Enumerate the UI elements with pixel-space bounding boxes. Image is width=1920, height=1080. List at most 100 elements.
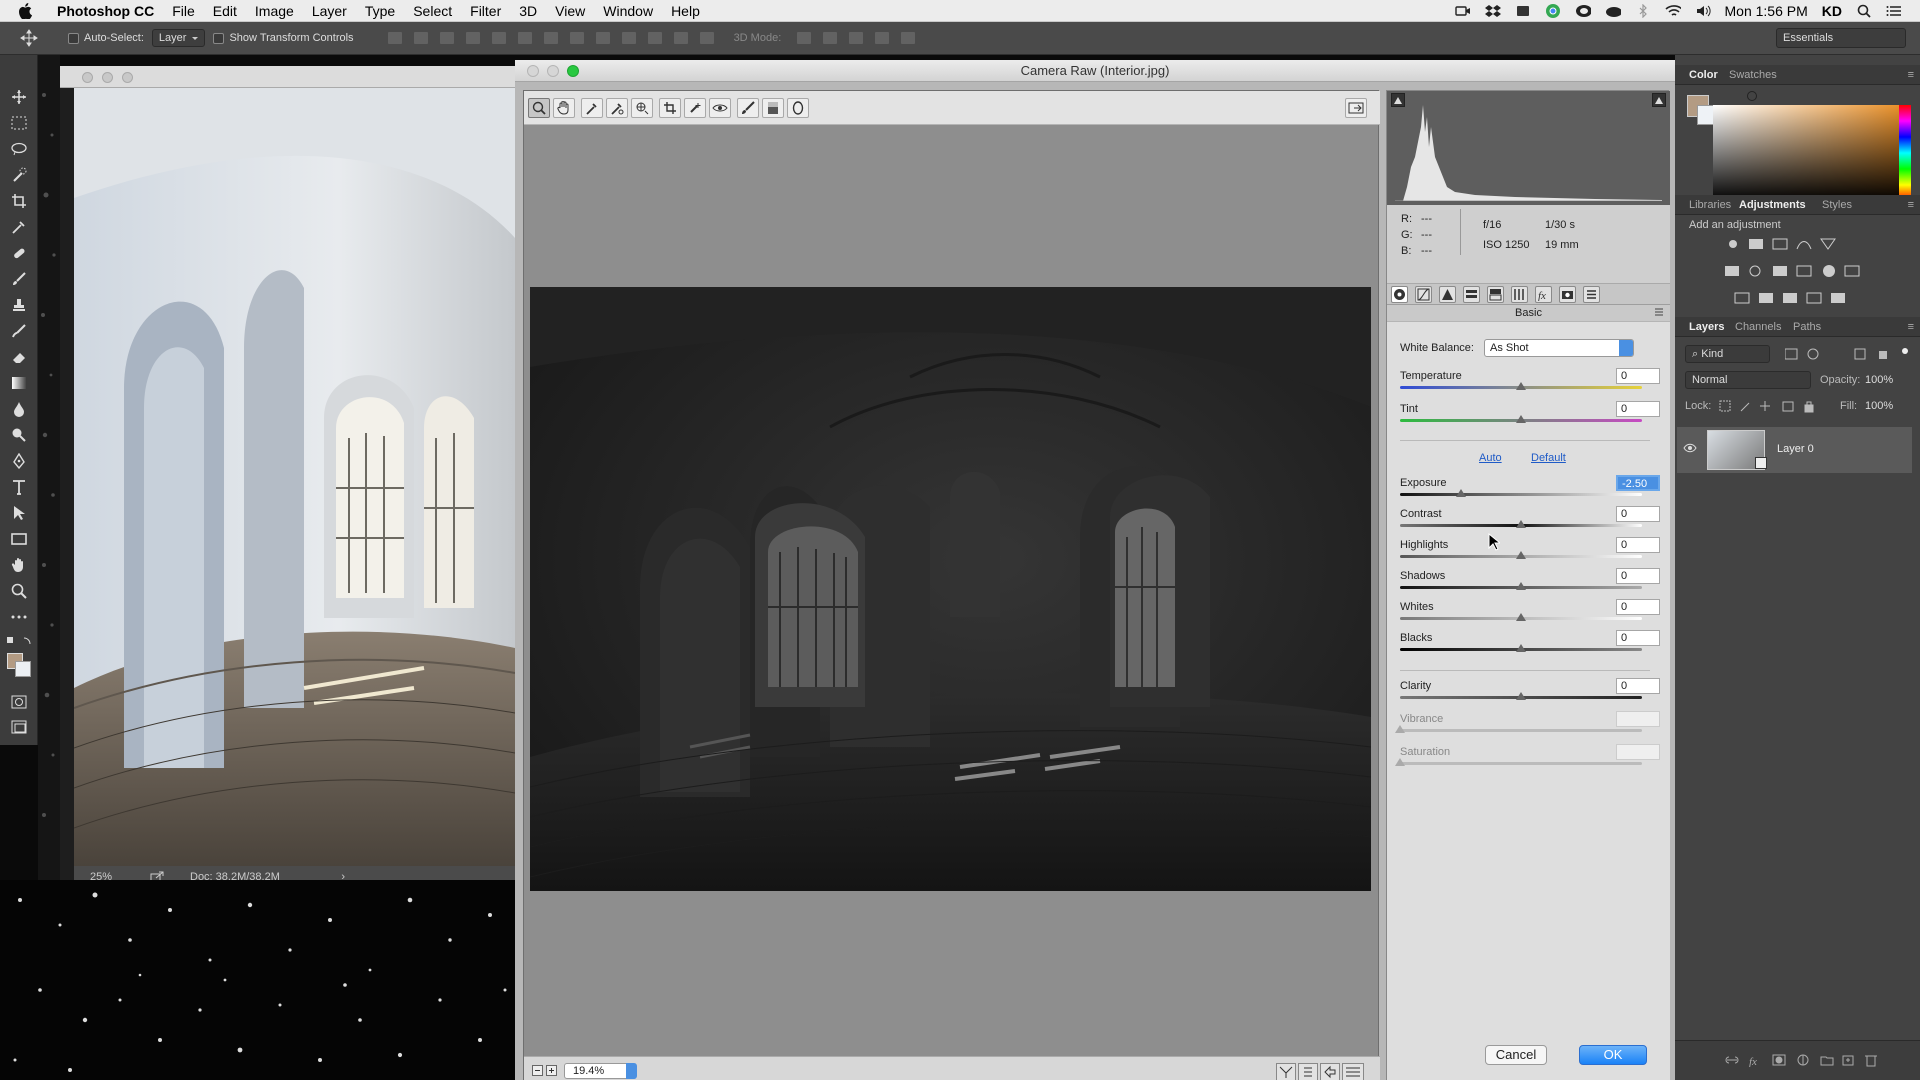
color-picker-marker[interactable] (1747, 91, 1757, 101)
document-canvas-image[interactable] (74, 88, 515, 866)
3d-orbit-icon[interactable] (797, 32, 812, 44)
temperature-value[interactable]: 0 (1616, 368, 1660, 384)
menu-app-name[interactable]: Photoshop CC (48, 0, 163, 22)
chrome-icon[interactable] (1545, 3, 1561, 18)
3d-pan-icon[interactable] (849, 32, 864, 44)
distribute-top-icon[interactable] (543, 32, 558, 44)
whites-slider[interactable]: Whites 0 (1400, 599, 1660, 631)
red-eye-tool-icon[interactable] (709, 98, 731, 118)
align-bottom-icon[interactable] (439, 32, 454, 44)
doc-zoom-button[interactable] (122, 72, 133, 83)
blacks-slider[interactable]: Blacks 0 (1400, 630, 1660, 662)
contrast-slider[interactable]: Contrast 0 (1400, 506, 1660, 538)
distribute-right-icon[interactable] (673, 32, 688, 44)
tab-layers[interactable]: Layers (1689, 321, 1724, 333)
contrast-thumb[interactable] (1516, 520, 1526, 528)
panel-menu-icon[interactable] (1654, 305, 1664, 319)
blur-tool-icon[interactable] (9, 399, 29, 419)
sync-icon[interactable] (1605, 4, 1621, 18)
menu-view[interactable]: View (546, 0, 594, 22)
rectangle-tool-icon[interactable] (9, 529, 29, 549)
effects-tab-icon[interactable]: fx (1535, 286, 1552, 303)
auto-select-dropdown[interactable]: Layer (151, 29, 206, 47)
blend-mode-dropdown[interactable]: Normal (1685, 371, 1811, 389)
tab-adjustments[interactable]: Adjustments (1739, 199, 1806, 211)
layer-row[interactable]: Layer 0 (1677, 427, 1912, 473)
exposure-thumb[interactable] (1456, 489, 1466, 497)
shadows-value[interactable]: 0 (1616, 568, 1660, 584)
auto-align-icon[interactable] (699, 32, 714, 44)
history-brush-tool-icon[interactable] (9, 321, 29, 341)
exposure-track[interactable] (1400, 493, 1642, 496)
tab-color[interactable]: Color (1689, 69, 1718, 81)
move-tool-icon[interactable] (20, 29, 50, 47)
default-link[interactable]: Default (1531, 452, 1566, 464)
spot-removal-tool-icon[interactable] (684, 98, 706, 118)
distribute-hcenter-icon[interactable] (647, 32, 662, 44)
whites-thumb[interactable] (1516, 613, 1526, 621)
menubar-user[interactable]: KD (1822, 3, 1842, 19)
crop-tool-icon[interactable] (9, 191, 29, 211)
facetime-icon[interactable] (1454, 4, 1471, 18)
before-after-view-icon[interactable] (1276, 1063, 1296, 1080)
panel-menu-icon[interactable]: ≡ (1908, 321, 1914, 333)
highlights-thumb[interactable] (1516, 551, 1526, 559)
distribute-left-icon[interactable] (621, 32, 636, 44)
copy-settings-icon[interactable] (1320, 1063, 1340, 1080)
whites-value[interactable]: 0 (1616, 599, 1660, 615)
zoom-in-button[interactable] (546, 1065, 557, 1076)
path-selection-tool-icon[interactable] (9, 503, 29, 523)
menu-type[interactable]: Type (356, 0, 404, 22)
highlights-slider[interactable]: Highlights 0 (1400, 537, 1660, 569)
spotlight-search-icon[interactable] (1856, 4, 1872, 18)
more-tools-icon[interactable] (9, 607, 29, 627)
3d-slide-icon[interactable] (875, 32, 890, 44)
menubar-clock[interactable]: Mon 1:56 PM (1725, 3, 1808, 19)
dialog-minimize-button[interactable] (547, 65, 559, 77)
dialog-zoom-button[interactable] (567, 65, 579, 77)
dropbox-icon[interactable] (1484, 4, 1501, 18)
3d-roll-icon[interactable] (823, 32, 838, 44)
screen-mode-icon[interactable] (9, 717, 29, 737)
tab-libraries[interactable]: Libraries (1689, 199, 1731, 211)
shadows-slider[interactable]: Shadows 0 (1400, 568, 1660, 600)
doc-minimize-button[interactable] (102, 72, 113, 83)
radial-filter-tool-icon[interactable] (787, 98, 809, 118)
quick-selection-tool-icon[interactable] (9, 165, 29, 185)
gradient-tool-icon[interactable] (9, 373, 29, 393)
dialog-close-button[interactable] (527, 65, 539, 77)
tab-paths[interactable]: Paths (1793, 321, 1821, 333)
lock-icons[interactable] (1719, 399, 1819, 413)
panel-menu-icon[interactable]: ≡ (1908, 199, 1914, 211)
workspace-switcher[interactable]: Essentials (1776, 28, 1906, 48)
blacks-value[interactable]: 0 (1616, 630, 1660, 646)
white-balance-dropdown[interactable]: As Shot (1483, 339, 1634, 357)
exposure-value[interactable]: -2.50 (1616, 475, 1660, 491)
tint-thumb[interactable] (1516, 415, 1526, 423)
align-vcenter-icon[interactable] (413, 32, 428, 44)
creative-cloud-icon[interactable] (1575, 4, 1591, 18)
presets-tab-icon[interactable] (1583, 286, 1600, 303)
swap-before-after-icon[interactable] (1298, 1063, 1318, 1080)
hand-tool-icon[interactable] (9, 555, 29, 575)
menu-edit[interactable]: Edit (204, 0, 246, 22)
menu-filter[interactable]: Filter (461, 0, 510, 22)
auto-select-checkbox[interactable] (68, 32, 79, 44)
panel-menu-icon[interactable]: ≡ (1908, 69, 1914, 81)
quick-mask-icon[interactable] (9, 692, 29, 712)
menu-image[interactable]: Image (246, 0, 303, 22)
white-balance-tool-icon[interactable] (581, 98, 603, 118)
contrast-value[interactable]: 0 (1616, 506, 1660, 522)
tab-channels[interactable]: Channels (1735, 321, 1781, 333)
layer-name[interactable]: Layer 0 (1777, 443, 1814, 455)
graduated-filter-tool-icon[interactable] (762, 98, 784, 118)
blacks-thumb[interactable] (1516, 644, 1526, 652)
align-right-icon[interactable] (517, 32, 532, 44)
clarity-value[interactable]: 0 (1616, 678, 1660, 694)
doc-close-button[interactable] (82, 72, 93, 83)
camera-calibration-tab-icon[interactable] (1559, 286, 1576, 303)
tone-curve-tab-icon[interactable] (1415, 286, 1432, 303)
layer-kind-filter[interactable]: ⌕ Kind (1685, 345, 1770, 363)
zoom-level-dropdown-icon[interactable] (626, 1063, 637, 1079)
full-screen-toggle-icon[interactable] (1345, 98, 1367, 118)
